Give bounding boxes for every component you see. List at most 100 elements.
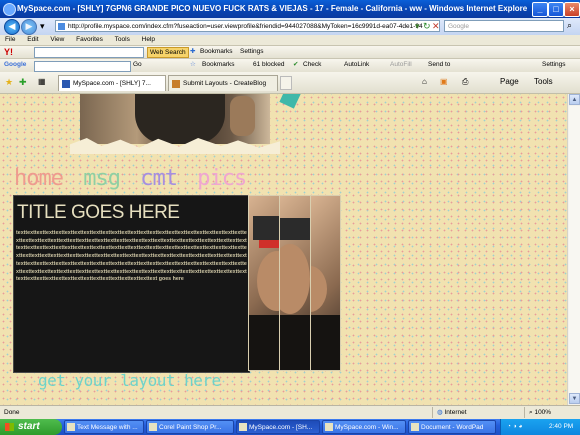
app-icon xyxy=(67,423,75,431)
nav-home-link[interactable]: home xyxy=(14,166,64,191)
menu-file[interactable]: File xyxy=(5,36,15,43)
yahoo-logo-icon[interactable]: Y! xyxy=(4,46,13,58)
face-shape xyxy=(311,266,327,312)
cap-crown xyxy=(280,218,310,240)
tray-icons[interactable]: ◔ ◑ ◕ xyxy=(507,419,522,435)
close-button[interactable]: × xyxy=(564,2,580,17)
header-photo-shirt xyxy=(135,94,225,144)
nav-msg-link[interactable]: msg xyxy=(83,166,121,191)
start-button[interactable]: start xyxy=(0,419,62,435)
check-icon: ✔ xyxy=(293,61,299,68)
feeds-icon[interactable]: ▣ xyxy=(440,76,448,88)
menu-favorites[interactable]: Favorites xyxy=(76,36,103,43)
address-url: http://profile.myspace.com/index.cfm?fus… xyxy=(68,23,423,30)
page-menu-button[interactable]: Page xyxy=(500,76,519,88)
app-icon xyxy=(149,423,157,431)
status-bar: Done ◍ Internet ⌕ 100% xyxy=(0,405,580,420)
box-title: TITLE GOES HERE xyxy=(17,202,180,223)
address-input[interactable]: http://profile.myspace.com/index.cfm?fus… xyxy=(55,20,440,32)
tools-menu-button[interactable]: Tools xyxy=(534,76,553,88)
header-photo xyxy=(80,94,270,144)
taskbar-item[interactable]: Document - WordPad xyxy=(408,420,496,434)
taskbar-item-label: MySpace.com - Win... xyxy=(335,424,399,431)
scroll-up-button[interactable]: ▲ xyxy=(569,94,580,105)
favorites-star-icon[interactable]: ★ xyxy=(5,76,13,88)
window-title-bar[interactable]: MySpace.com - [SHLY] 7GPN6 GRANDE PICO N… xyxy=(0,0,580,18)
tab-myspace[interactable]: MySpace.com - [SHLY] 7... xyxy=(58,75,166,91)
clock: 2:40 PM xyxy=(549,423,574,430)
popup-blocked-button[interactable]: 61 blocked xyxy=(253,59,284,71)
zoom-control[interactable]: ⌕ 100% xyxy=(524,407,580,418)
start-label: start xyxy=(18,421,40,432)
maximize-button[interactable]: □ xyxy=(548,2,564,17)
zoom-icon: ⌕ xyxy=(529,409,533,416)
menu-help[interactable]: Help xyxy=(142,36,155,43)
search-icon[interactable]: ⌕ xyxy=(567,20,572,31)
search-input[interactable]: Google xyxy=(444,20,564,32)
google-logo[interactable]: Google xyxy=(4,59,26,71)
yahoo-toolbar: Y! Web Search ✚ Bookmarks Settings xyxy=(0,46,580,59)
new-tab-button[interactable] xyxy=(280,76,292,90)
add-favorites-icon[interactable]: ✚ xyxy=(19,76,27,88)
google-settings-button[interactable]: Settings xyxy=(542,59,566,71)
app-icon xyxy=(325,423,333,431)
tab-createblog[interactable]: Submit Layouts - CreateBlog xyxy=(168,75,278,91)
nav-pics-link[interactable]: pics xyxy=(197,166,247,191)
menu-bar: File Edit View Favorites Tools Help xyxy=(0,35,580,46)
send-to-button[interactable]: Send to xyxy=(428,59,450,71)
scroll-track[interactable] xyxy=(569,106,580,398)
app-icon xyxy=(239,423,247,431)
yahoo-settings-button[interactable]: Settings xyxy=(240,46,264,58)
search-placeholder: Google xyxy=(448,23,469,30)
go-arrow-icon[interactable]: ▾ xyxy=(415,21,420,32)
nav-cmt-link[interactable]: cmt xyxy=(140,166,178,191)
address-toolbar: ◀ ▶ ▾ http://profile.myspace.com/index.c… xyxy=(0,18,580,35)
autofill-button[interactable]: AutoFill xyxy=(390,59,412,71)
google-search-input[interactable] xyxy=(34,61,131,72)
recent-pages-icon[interactable]: ▾ xyxy=(40,21,45,32)
forward-button[interactable]: ▶ xyxy=(21,19,37,35)
refresh-icon[interactable]: ↻ xyxy=(423,21,431,32)
vertical-scrollbar[interactable]: ▲ ▼ xyxy=(567,94,580,405)
minimize-button[interactable]: _ xyxy=(532,2,548,17)
photo-strip-1 xyxy=(248,195,280,371)
quick-tabs-icon[interactable]: ▦ xyxy=(38,76,46,88)
yahoo-search-input[interactable] xyxy=(34,47,144,58)
strip-shadow xyxy=(249,315,279,370)
header-photo-arm xyxy=(230,96,255,136)
star-icon: ☆ xyxy=(190,61,196,68)
print-icon[interactable]: ⎙ xyxy=(462,76,468,88)
home-icon[interactable]: ⌂ xyxy=(422,76,427,88)
myspace-favicon xyxy=(62,80,70,88)
scroll-down-button[interactable]: ▼ xyxy=(569,393,580,404)
stop-icon[interactable]: ✕ xyxy=(432,21,440,32)
spell-check-button[interactable]: Check xyxy=(303,59,321,71)
taskbar-item-label: Document - WordPad xyxy=(421,424,484,431)
face-shape xyxy=(280,244,310,314)
photo-strip-3 xyxy=(310,195,341,371)
web-search-button[interactable]: Web Search xyxy=(147,47,189,58)
taskbar-item-label: Corel Paint Shop Pr... xyxy=(159,424,222,431)
taskbar-item[interactable]: Corel Paint Shop Pr... xyxy=(146,420,234,434)
bookmarks-star-icon: ✚ xyxy=(190,48,196,55)
teal-accent-shape xyxy=(279,94,301,109)
autolink-button[interactable]: AutoLink xyxy=(344,59,369,71)
menu-edit[interactable]: Edit xyxy=(27,36,38,43)
strip-shadow xyxy=(280,315,310,370)
taskbar-item[interactable]: MySpace.com - [SH... xyxy=(236,420,320,434)
google-bookmarks-button[interactable]: Bookmarks xyxy=(202,59,235,71)
google-go-button[interactable]: Go xyxy=(133,59,142,71)
menu-view[interactable]: View xyxy=(50,36,64,43)
ie-icon xyxy=(3,3,16,16)
content-box: TITLE GOES HERE texttexttexttexttexttext… xyxy=(13,195,250,373)
menu-tools[interactable]: Tools xyxy=(115,36,130,43)
createblog-favicon xyxy=(172,80,180,88)
profile-nav: home msg cmt pics xyxy=(14,166,254,191)
system-tray: ◔ ◑ ◕ 2:40 PM xyxy=(500,419,580,435)
yahoo-bookmarks-button[interactable]: Bookmarks xyxy=(200,46,233,58)
get-layout-link[interactable]: get your layout here xyxy=(38,371,221,390)
back-button[interactable]: ◀ xyxy=(4,19,20,35)
taskbar-item[interactable]: MySpace.com - Win... xyxy=(322,420,406,434)
taskbar-item[interactable]: Text Message with ... xyxy=(64,420,144,434)
security-zone: ◍ Internet xyxy=(432,407,527,418)
